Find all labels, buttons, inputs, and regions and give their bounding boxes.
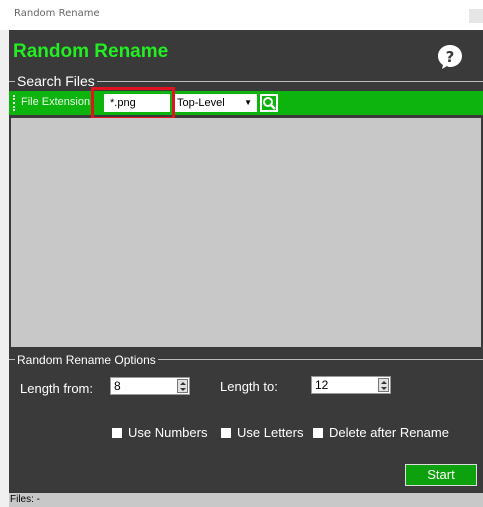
- length-from-value: 8: [114, 379, 121, 393]
- scope-dropdown-value: Top-Level: [177, 97, 225, 109]
- delete-after-rename-checkbox[interactable]: Delete after Rename: [313, 425, 449, 440]
- status-bar: Files: -: [9, 493, 483, 507]
- checkbox-box[interactable]: [112, 427, 122, 438]
- length-to-stepper[interactable]: 12: [311, 376, 391, 394]
- use-letters-label: Use Letters: [237, 425, 304, 440]
- length-from-stepper[interactable]: 8: [110, 377, 190, 395]
- file-results-list[interactable]: [11, 118, 481, 347]
- use-letters-checkbox[interactable]: Use Letters: [221, 425, 303, 440]
- search-files-group: Search Files: [9, 74, 483, 88]
- rename-options-label: Random Rename Options: [15, 353, 158, 367]
- question-bubble-icon[interactable]: ?: [437, 44, 463, 70]
- app-body: Random Rename ? Search Files File Extens…: [9, 30, 483, 507]
- chevron-down-icon: ▼: [244, 98, 252, 107]
- app-title: Random Rename: [13, 41, 169, 62]
- length-to-label: Length to:: [220, 379, 278, 394]
- window-title: Random Rename: [14, 8, 100, 19]
- length-to-spin-buttons[interactable]: [378, 378, 389, 392]
- svg-text:?: ?: [446, 48, 455, 66]
- checkbox-box[interactable]: [313, 427, 323, 438]
- scope-dropdown[interactable]: Top-Level ▼: [175, 94, 257, 112]
- search-toolbar: File Extension: Top-Level ▼: [9, 91, 483, 115]
- length-to-value: 12: [315, 378, 329, 392]
- delete-after-rename-label: Delete after Rename: [329, 425, 449, 440]
- window-control-button[interactable]: [469, 9, 483, 23]
- length-from-label: Length from:: [20, 381, 93, 396]
- toolbar-grip[interactable]: [13, 95, 17, 111]
- window-titlebar: Random Rename: [0, 0, 483, 30]
- rename-options-group: Random Rename Options: [9, 353, 483, 367]
- length-from-spin-buttons[interactable]: [177, 379, 188, 393]
- use-numbers-label: Use Numbers: [128, 425, 208, 440]
- search-files-label: Search Files: [15, 73, 97, 89]
- search-icon[interactable]: [259, 93, 279, 113]
- start-button[interactable]: Start: [405, 464, 477, 486]
- highlight-annotation-box: [91, 87, 175, 120]
- checkbox-box[interactable]: [221, 427, 231, 438]
- file-extension-label: File Extension:: [21, 96, 94, 108]
- use-numbers-checkbox[interactable]: Use Numbers: [112, 425, 207, 440]
